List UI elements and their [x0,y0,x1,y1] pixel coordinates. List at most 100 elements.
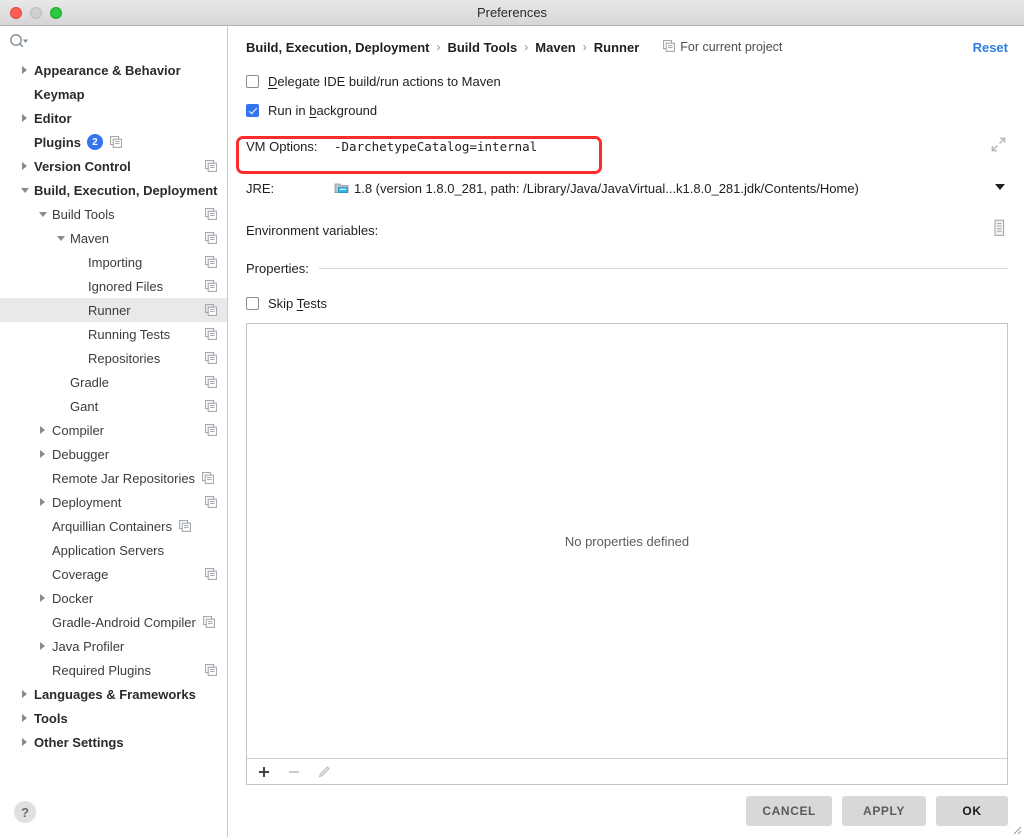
sidebar-item-gradle-android-compiler[interactable]: Gradle-Android Compiler [0,610,227,634]
sidebar-footer: ? [0,787,227,837]
chevron-down-icon[interactable] [54,232,67,245]
chevron-right-icon[interactable] [18,712,31,725]
properties-toolbar [247,758,1007,784]
sidebar-item-version-control[interactable]: Version Control [0,154,227,178]
chevron-down-icon[interactable] [36,208,49,221]
sidebar-item-remote-jar-repositories[interactable]: Remote Jar Repositories [0,466,227,490]
run-in-background-label: Run in background [268,103,377,118]
sidebar-item-docker[interactable]: Docker [0,586,227,610]
vm-options-input[interactable]: -DarchetypeCatalog=internal [334,139,537,154]
skip-tests-row[interactable]: Skip Tests [246,292,1008,314]
sidebar-item-deployment[interactable]: Deployment [0,490,227,514]
sidebar-item-runner[interactable]: Runner [0,298,227,322]
delegate-ide-build-row[interactable]: Delegate IDE build/run actions to Maven [246,70,1008,92]
cancel-button[interactable]: CANCEL [746,796,832,826]
sidebar-item-languages-frameworks[interactable]: Languages & Frameworks [0,682,227,706]
breadcrumb-item-1[interactable]: Build Tools [447,40,517,55]
breadcrumb-item-2[interactable]: Maven [535,40,575,55]
sidebar-item-label: Tools [34,710,68,726]
jdk-folder-icon [334,181,349,195]
chevron-right-icon[interactable] [36,592,49,605]
chevron-right-icon[interactable] [18,112,31,125]
sidebar-search-row[interactable] [0,26,227,56]
chevron-right-icon[interactable] [36,640,49,653]
project-scope-icon [205,400,217,412]
properties-table[interactable]: No properties defined [246,323,1008,785]
sidebar-item-maven[interactable]: Maven [0,226,227,250]
maximize-button[interactable] [50,6,62,19]
sidebar-item-editor[interactable]: Editor [0,106,227,130]
vm-options-label: VM Options: [246,138,318,154]
jre-value[interactable]: 1.8 (version 1.8.0_281, path: /Library/J… [354,181,859,196]
chevron-down-icon[interactable] [995,184,1005,190]
sidebar-item-label: Runner [88,302,131,318]
sidebar-item-application-servers[interactable]: Application Servers [0,538,227,562]
window-titlebar: Preferences [0,0,1024,26]
sidebar-item-label: Docker [52,590,94,606]
sidebar-item-required-plugins[interactable]: Required Plugins [0,658,227,682]
chevron-right-icon[interactable] [18,160,31,173]
run-in-background-checkbox[interactable] [246,103,259,117]
sidebar-item-debugger[interactable]: Debugger [0,442,227,466]
sidebar-item-java-profiler[interactable]: Java Profiler [0,634,227,658]
sidebar-item-appearance-behavior[interactable]: Appearance & Behavior [0,58,227,82]
traffic-lights [10,6,62,19]
sidebar-item-arquillian-containers[interactable]: Arquillian Containers [0,514,227,538]
sidebar-item-running-tests[interactable]: Running Tests [0,322,227,346]
resize-grip-icon[interactable] [1010,823,1022,835]
chevron-right-icon[interactable] [36,448,49,461]
sidebar-item-build-execution-deployment[interactable]: Build, Execution, Deployment [0,178,227,202]
sidebar-item-label: Build Tools [52,206,115,222]
search-icon[interactable] [8,32,30,50]
edit-property-button[interactable] [317,764,332,779]
preferences-window: Preferences Appearance & Behavior Keymap E… [0,0,1024,837]
remove-property-button[interactable] [287,765,301,779]
run-bg-label-post: ackground [316,102,378,118]
sidebar-item-compiler[interactable]: Compiler [0,418,227,442]
jre-row[interactable]: JRE: 1.8 (version 1.8.0_281, path: /Libr… [246,175,1008,201]
chevron-right-icon[interactable] [36,496,49,509]
vm-options-row[interactable]: VM Options: -DarchetypeCatalog=internal [246,133,1008,159]
reset-link[interactable]: Reset [973,40,1008,55]
dialog-footer: CANCEL APPLY OK [228,785,1024,837]
run-in-background-row[interactable]: Run in background [246,99,1008,121]
expand-icon[interactable] [991,137,1006,155]
environment-variables-label: Environment variables: [246,222,379,238]
sidebar-item-ignored-files[interactable]: Ignored Files [0,274,227,298]
delegate-label-post: elegate IDE build/run actions to Maven [277,73,501,89]
sidebar-item-other-settings[interactable]: Other Settings [0,730,227,754]
apply-button[interactable]: APPLY [842,796,926,826]
chevron-right-icon[interactable] [36,424,49,437]
sidebar-item-plugins[interactable]: Plugins 2 [0,130,227,154]
environment-variables-row[interactable]: Environment variables: [246,217,1008,243]
chevron-right-icon[interactable] [18,736,31,749]
close-button[interactable] [10,6,22,19]
sidebar-item-build-tools[interactable]: Build Tools [0,202,227,226]
ok-button[interactable]: OK [936,796,1008,826]
sidebar-item-gant[interactable]: Gant [0,394,227,418]
settings-tree[interactable]: Appearance & Behavior Keymap Editor Plugins… [0,56,227,787]
project-scope-icon [205,232,217,244]
chevron-right-icon[interactable] [18,688,31,701]
sidebar-item-coverage[interactable]: Coverage [0,562,227,586]
sidebar-item-tools[interactable]: Tools [0,706,227,730]
sidebar-item-keymap[interactable]: Keymap [0,82,227,106]
delegate-ide-build-checkbox[interactable] [246,74,259,88]
sidebar-item-gradle[interactable]: Gradle [0,370,227,394]
sidebar-item-label: Appearance & Behavior [34,62,181,78]
project-scope-icon [205,256,217,268]
skip-tests-checkbox[interactable] [246,296,259,310]
chevron-down-icon[interactable] [18,184,31,197]
window-body: Appearance & Behavior Keymap Editor Plugins… [0,26,1024,837]
sidebar-item-importing[interactable]: Importing [0,250,227,274]
breadcrumb-item-0[interactable]: Build, Execution, Deployment [246,40,429,55]
env-vars-icon[interactable] [991,219,1007,240]
sidebar-item-repositories[interactable]: Repositories [0,346,227,370]
add-property-button[interactable] [257,765,271,779]
minimize-button[interactable] [30,6,42,19]
chevron-right-icon[interactable] [18,64,31,77]
help-button[interactable]: ? [14,801,36,823]
